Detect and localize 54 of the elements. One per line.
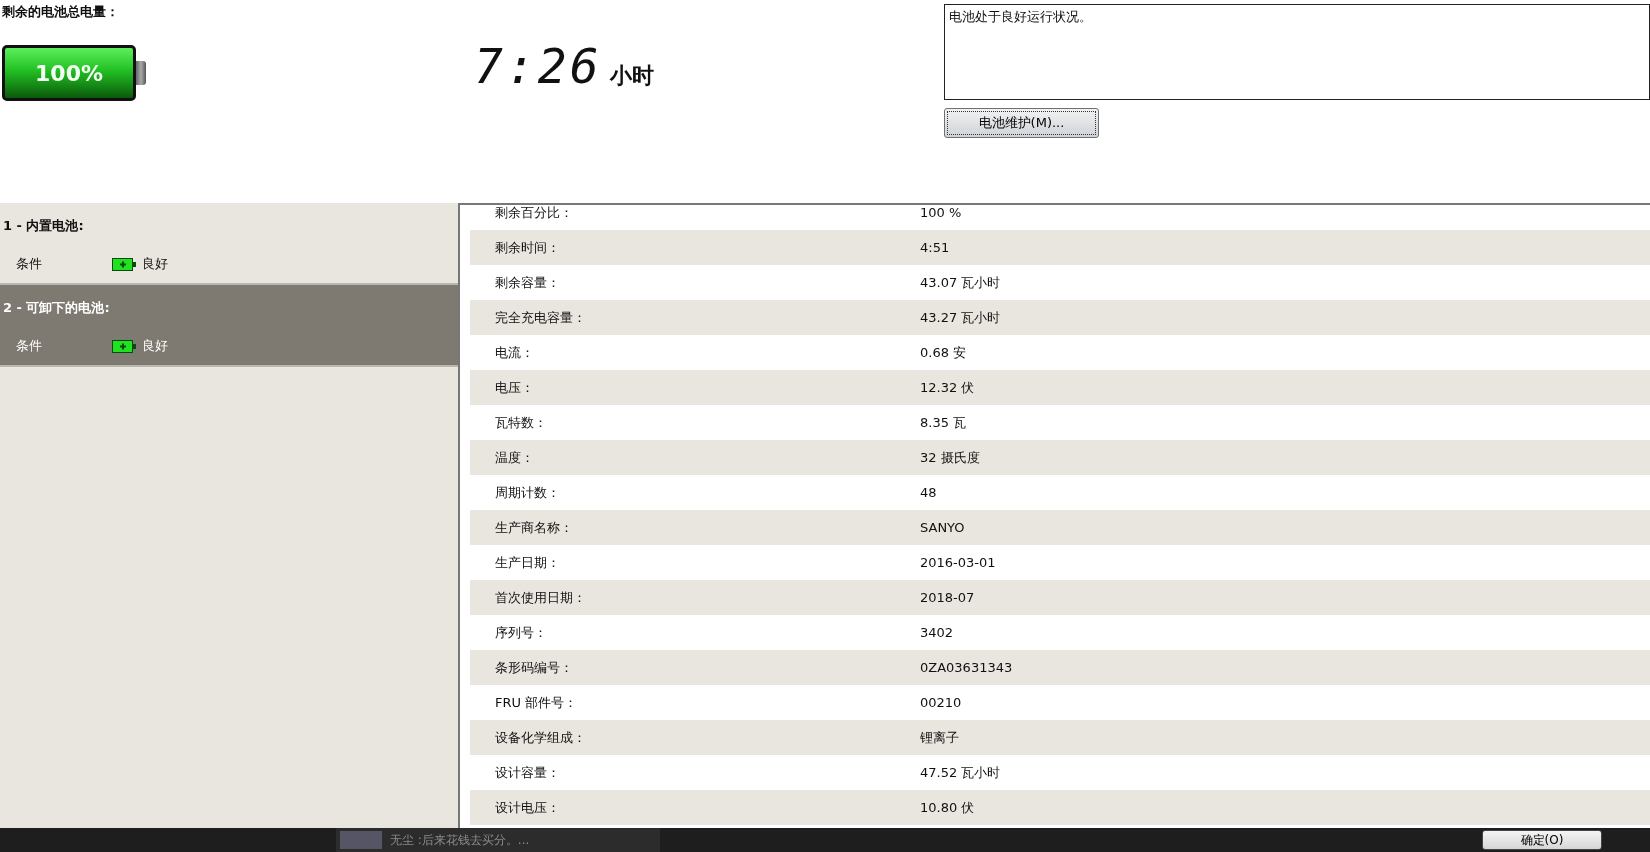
property-value: 10.80 伏 bbox=[920, 798, 975, 817]
property-label: 电压： bbox=[495, 379, 534, 395]
property-label: 生产日期： bbox=[495, 554, 560, 570]
property-value: 2018-07 bbox=[920, 590, 975, 605]
property-value: 47.52 瓦小时 bbox=[920, 763, 1001, 782]
property-label: 温度： bbox=[495, 449, 534, 465]
property-label: 瓦特数： bbox=[495, 414, 547, 430]
condition-label: 条件 bbox=[16, 255, 43, 273]
property-label: 首次使用日期： bbox=[495, 589, 586, 605]
property-label: 周期计数： bbox=[495, 484, 560, 500]
property-label: 剩余百分比： bbox=[495, 205, 573, 220]
notification-text: 无尘 :后来花钱去买分。... bbox=[390, 831, 530, 849]
property-value: 0.68 安 bbox=[920, 343, 967, 362]
battery-title: 1 - 内置电池: bbox=[3, 218, 84, 233]
property-label: 生产商名称： bbox=[495, 519, 573, 535]
property-value: 锂离子 bbox=[920, 728, 959, 747]
property-label: 设备化学组成： bbox=[495, 729, 586, 745]
property-value: 0ZA03631343 bbox=[920, 660, 1013, 675]
notification-bar[interactable]: 无尘 :后来花钱去买分。... bbox=[336, 828, 660, 852]
property-value: 100 % bbox=[920, 205, 962, 220]
property-label: 剩余容量： bbox=[495, 274, 560, 290]
property-value: 12.32 伏 bbox=[920, 378, 975, 397]
battery-icon bbox=[112, 257, 136, 271]
total-charge-label: 剩余的电池总电量： bbox=[2, 3, 120, 21]
property-value: 8.35 瓦 bbox=[920, 413, 967, 432]
property-value: 43.07 瓦小时 bbox=[920, 273, 1001, 292]
property-value: 43.27 瓦小时 bbox=[920, 308, 1001, 327]
property-label: 条形码编号： bbox=[495, 659, 573, 675]
property-label: 设计容量： bbox=[495, 764, 560, 780]
battery-list-item[interactable]: 2 - 可卸下的电池: 条件 良好 bbox=[0, 285, 458, 367]
property-value: 2016-03-01 bbox=[920, 555, 996, 570]
thumbnail-placeholder bbox=[340, 831, 382, 849]
property-value: 3402 bbox=[920, 625, 954, 640]
property-value: 32 摄氏度 bbox=[920, 448, 980, 467]
property-label: 完全充电容量： bbox=[495, 309, 586, 325]
property-value: SANYO bbox=[920, 520, 965, 535]
property-value: 4:51 bbox=[920, 240, 950, 255]
condition-label: 条件 bbox=[16, 337, 43, 355]
property-label: 电流： bbox=[495, 344, 534, 360]
battery-icon bbox=[112, 339, 136, 353]
time-unit: 小时 bbox=[609, 62, 654, 90]
battery-title: 2 - 可卸下的电池: bbox=[3, 300, 110, 315]
property-label: 设计电压： bbox=[495, 799, 560, 815]
ok-button[interactable]: 确定(O) bbox=[1482, 830, 1602, 850]
condition-value: 良好 bbox=[142, 337, 168, 355]
property-value: 48 bbox=[920, 485, 937, 500]
property-label: 剩余时间： bbox=[495, 239, 560, 255]
battery-maintenance-button[interactable]: 电池维护(M)... bbox=[944, 108, 1099, 138]
remaining-time: 7:26 bbox=[474, 38, 602, 94]
status-message-box: 电池处于良好运行状况。 bbox=[944, 4, 1650, 100]
property-label: FRU 部件号： bbox=[495, 694, 578, 710]
property-label: 序列号： bbox=[495, 624, 547, 640]
condition-value: 良好 bbox=[142, 255, 168, 273]
property-value: 00210 bbox=[920, 695, 962, 710]
